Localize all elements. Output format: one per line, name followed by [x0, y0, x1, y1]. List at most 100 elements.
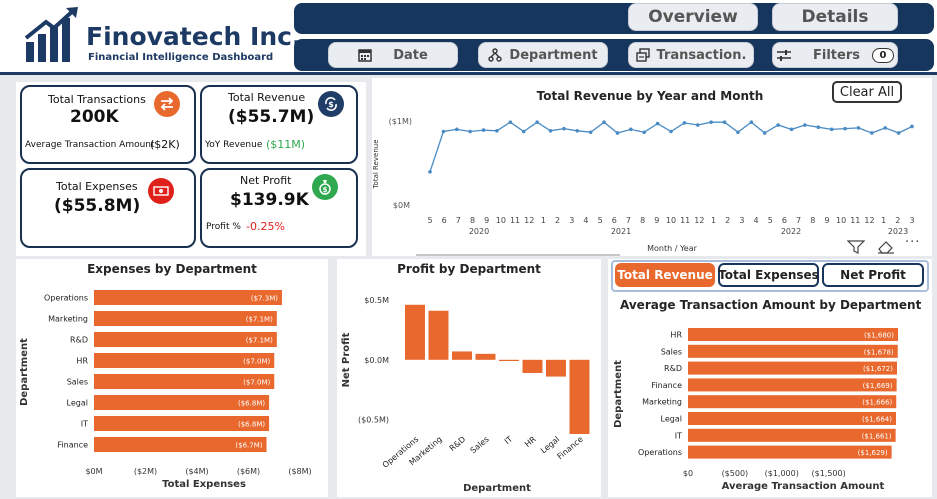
x-tick-label: 6: [442, 216, 447, 225]
date-slicer-label: Date: [393, 47, 428, 63]
revenue-data-point: [722, 120, 727, 124]
total-expenses-card: Total Expenses ($55.8M): [20, 168, 196, 248]
x-tick-label: 2: [555, 216, 560, 225]
total-transactions-label: Total Transactions: [48, 93, 146, 106]
year-label: 2022: [781, 227, 801, 236]
revenue-data-point: [575, 129, 580, 133]
department-slicer-label: Department: [509, 47, 598, 63]
x-tick-label: 6: [782, 216, 787, 225]
x-tick-label: ($2M): [134, 467, 157, 476]
svg-text:$: $: [323, 186, 328, 194]
money-bag-icon: $: [312, 174, 338, 200]
net-profit-card: Net Profit $139.9K Profit % -0.25% $: [200, 168, 358, 248]
bar: [428, 310, 449, 360]
x-tick-label: 11: [510, 216, 520, 225]
funnel-icon[interactable]: [846, 239, 866, 258]
category-label: HR: [670, 331, 682, 340]
revenue-data-point: [441, 129, 446, 134]
category-label: Operations: [44, 294, 88, 303]
x-tick-label: 7: [796, 216, 801, 225]
svg-text:$: $: [328, 100, 334, 109]
profit-percent-value: -0.25%: [246, 220, 285, 233]
filters-button[interactable]: Filters 0: [772, 42, 898, 68]
bar: [546, 359, 566, 377]
total-revenue-value: ($55.7M): [228, 107, 315, 127]
x-tick-label: 2: [725, 216, 730, 225]
x-tick-label: 1: [881, 216, 886, 225]
revenue-data-point: [695, 123, 700, 127]
overview-nav-button[interactable]: Overview: [628, 3, 758, 31]
year-label: 2020: [469, 227, 489, 236]
revenue-data-point: [816, 125, 821, 129]
x-axis-label: Month / Year: [647, 244, 698, 253]
net-profit-toggle[interactable]: Net Profit: [822, 263, 924, 287]
expenses-chart-title: Expenses by Department: [87, 262, 257, 276]
x-tick-label: 8: [810, 216, 815, 225]
category-label: HR: [76, 357, 88, 366]
revenue-data-point: [682, 121, 687, 125]
category-label: Marketing: [642, 398, 682, 407]
x-tick-label: $0: [683, 469, 693, 478]
y-tick-label: ($1M): [389, 117, 412, 126]
revenue-data-point: [762, 131, 767, 135]
x-tick-label: 5: [427, 216, 432, 225]
revenue-data-point: [642, 130, 647, 135]
profit-chart-title: Profit by Department: [397, 262, 541, 276]
eraser-icon[interactable]: [877, 239, 895, 258]
data-label: ($1,666): [862, 399, 892, 407]
details-nav-button[interactable]: Details: [772, 3, 898, 31]
y-tick-label: $0.5M: [364, 296, 389, 305]
y-tick-label: $0.0M: [364, 356, 389, 365]
x-tick-label: 4: [754, 216, 759, 225]
x-tick-label: 2: [895, 216, 900, 225]
swap-arrows-icon: [154, 91, 180, 117]
profit-percent-label: Profit %: [206, 222, 241, 232]
category-label: Operations: [638, 448, 682, 457]
total-transactions-value: 200K: [70, 107, 119, 127]
x-tick-label: ($4M): [185, 467, 208, 476]
avg-transaction-label: Average Transaction Amount: [25, 140, 155, 150]
x-tick-label: 8: [470, 216, 475, 225]
logo-bar-chart-arrow-icon: [24, 7, 78, 62]
revenue-data-point: [856, 126, 861, 130]
data-label: ($1,678): [864, 348, 894, 356]
x-tick-label: 3: [569, 216, 574, 225]
department-slicer[interactable]: Department: [478, 42, 608, 68]
total-expenses-value: ($55.8M): [54, 196, 141, 216]
bar: [499, 359, 519, 362]
revenue-data-point: [588, 130, 593, 135]
data-label: ($1,664): [862, 416, 892, 424]
revenue-data-point: [896, 131, 901, 135]
filter-sliders-icon: [777, 50, 791, 61]
date-slicer[interactable]: Date: [328, 42, 458, 68]
transaction-slicer[interactable]: Transaction.: [628, 42, 754, 68]
y-axis-label: Net Profit: [341, 332, 352, 387]
bar: [452, 351, 472, 360]
x-axis-label: Total Expenses: [162, 479, 246, 490]
data-label: ($1,680): [864, 332, 894, 340]
y-axis-label: Department: [19, 338, 30, 406]
revenue-line-chart: ($1M)$0MTotal Revenue5 6 7 8 9 10 11 12 1 2 3 4 5 6 7 8…: [372, 117, 915, 256]
avg-transaction-value: ($2K): [150, 138, 180, 151]
net-profit-value: $139.9K: [230, 190, 309, 210]
revenue-data-point: [562, 126, 566, 131]
x-tick-label: 12: [864, 216, 874, 225]
data-label: ($7.1M): [246, 337, 273, 345]
total-expenses-toggle[interactable]: Total Expenses: [718, 263, 819, 287]
category-label: Sales: [661, 347, 682, 356]
total-revenue-toggle[interactable]: Total Revenue: [615, 263, 715, 287]
x-tick-label: 5: [598, 216, 603, 225]
category-label: Marketing: [48, 315, 88, 324]
transaction-icon: [635, 48, 650, 62]
x-tick-label: 10: [496, 216, 506, 225]
x-tick-label: ($8M): [288, 467, 311, 476]
x-tick-label: 10: [666, 216, 676, 225]
revenue-data-point: [481, 128, 486, 132]
revenue-data-point: [629, 127, 633, 132]
cash-icon: [148, 178, 174, 204]
more-options-icon[interactable]: ···: [905, 235, 920, 250]
category-label: IT: [675, 431, 682, 440]
category-label: HR: [523, 434, 538, 449]
x-tick-label: 3: [739, 216, 744, 225]
data-label: ($1,669): [863, 382, 893, 390]
